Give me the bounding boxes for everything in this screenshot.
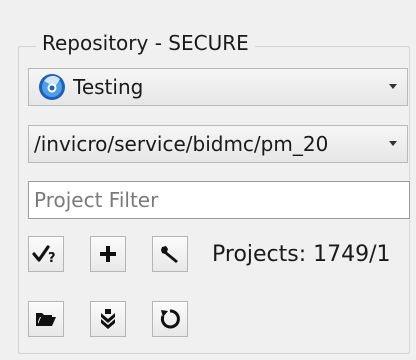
open-folder-button[interactable] — [28, 301, 64, 337]
folder-open-icon — [36, 313, 56, 326]
repository-path-value: /invicro/service/bidmc/pm_20 — [34, 132, 329, 156]
chevron-down-icon — [389, 84, 397, 89]
project-filter-input[interactable] — [28, 181, 410, 219]
double-chevron-down-icon — [101, 309, 115, 329]
projects-count-label: Projects: 1749/1 — [212, 242, 391, 267]
refresh-button[interactable] — [152, 301, 188, 337]
svg-text:?: ? — [48, 251, 56, 265]
repository-select[interactable]: Testing — [28, 68, 408, 106]
wrench-icon — [161, 246, 178, 263]
download-button[interactable] — [90, 301, 126, 337]
blue-circular-logo-icon — [39, 74, 65, 100]
repository-group-title: Repository - SECURE — [36, 27, 255, 59]
validate-button[interactable]: ? — [28, 236, 64, 272]
refresh-icon — [160, 309, 180, 329]
checkmark-question-icon: ? — [32, 245, 56, 265]
repository-select-value: Testing — [73, 75, 144, 99]
plus-icon — [100, 246, 116, 262]
add-button[interactable] — [90, 236, 126, 272]
repository-path-select[interactable]: /invicro/service/bidmc/pm_20 — [28, 125, 408, 163]
settings-button[interactable] — [152, 236, 188, 272]
repository-panel: Repository - SECURE Testing /invicro/ser… — [0, 0, 416, 360]
chevron-down-icon — [389, 141, 397, 146]
